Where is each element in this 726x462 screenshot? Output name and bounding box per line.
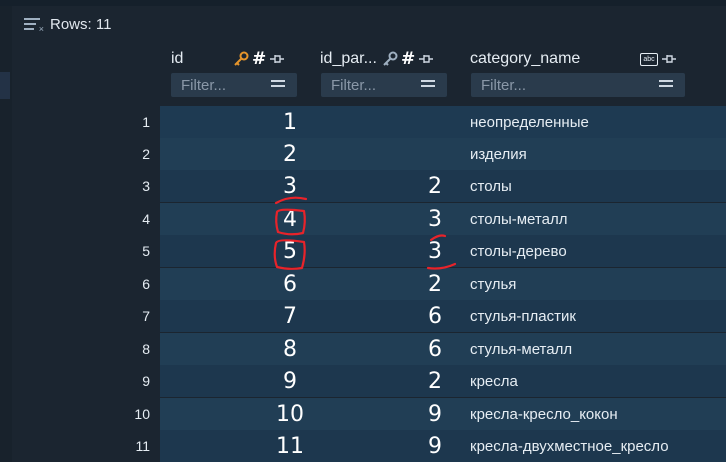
numeric-type-icon: # xyxy=(252,49,267,69)
cell-id-parent[interactable]: 9 xyxy=(410,434,460,459)
cell-id[interactable]: 9 xyxy=(260,369,320,394)
row-number[interactable]: 3 xyxy=(110,178,150,194)
cell-id[interactable]: 2 xyxy=(260,142,320,167)
filter-category-name-input[interactable] xyxy=(481,76,561,94)
left-gutter-marker xyxy=(0,72,10,99)
numeric-type-icon: # xyxy=(401,49,416,69)
column-header-id-parent[interactable]: id_par... xyxy=(320,48,377,70)
cell-id-parent[interactable]: 2 xyxy=(410,174,460,199)
row-number[interactable]: 10 xyxy=(110,406,150,422)
cell-id-parent[interactable]: 3 xyxy=(410,239,460,264)
cell-id-parent[interactable]: 2 xyxy=(410,272,460,297)
filter-id-input[interactable] xyxy=(181,76,261,94)
filter-id-field[interactable] xyxy=(171,73,297,97)
row-number[interactable]: 4 xyxy=(110,211,150,227)
cell-id[interactable]: 6 xyxy=(260,272,320,297)
pin-column-icon[interactable] xyxy=(418,52,434,66)
primary-key-icon xyxy=(234,51,249,66)
cell-id-parent[interactable]: 3 xyxy=(410,207,460,232)
text-type-icon: abc xyxy=(640,52,658,66)
row-number[interactable]: 8 xyxy=(110,341,150,357)
cell-id[interactable]: 10 xyxy=(260,402,320,427)
cell-id-parent[interactable]: 9 xyxy=(410,402,460,427)
results-toolbar: × Rows: 11 xyxy=(24,12,111,36)
filter-equals-icon[interactable] xyxy=(421,79,435,89)
cell-category-name[interactable]: стулья xyxy=(470,276,516,293)
cell-id[interactable]: 7 xyxy=(260,304,320,329)
row-number[interactable]: 11 xyxy=(110,438,150,454)
cell-id[interactable]: 5 xyxy=(260,239,320,264)
row-number[interactable]: 6 xyxy=(110,276,150,292)
cell-category-name[interactable]: стулья-пластик xyxy=(470,308,576,325)
table-row[interactable] xyxy=(160,138,726,170)
cell-category-name[interactable]: столы xyxy=(470,178,512,195)
rows-count-label: Rows: 11 xyxy=(50,15,112,33)
cell-category-name[interactable]: кресла xyxy=(470,373,518,390)
cell-category-name[interactable]: кресла-двухместное_кресло xyxy=(470,438,669,455)
cell-id-parent[interactable]: 6 xyxy=(410,337,460,362)
filter-equals-icon[interactable] xyxy=(659,79,673,89)
top-border xyxy=(0,0,726,6)
filter-id-parent-input[interactable] xyxy=(331,76,411,94)
cell-category-name[interactable]: неопределенные xyxy=(470,114,589,131)
cell-category-name[interactable]: изделия xyxy=(470,146,527,163)
row-number[interactable]: 9 xyxy=(110,373,150,389)
cell-id-parent[interactable]: 2 xyxy=(410,369,460,394)
filter-id-parent-field[interactable] xyxy=(321,73,447,97)
row-number[interactable]: 1 xyxy=(110,114,150,130)
cell-category-name[interactable]: кресла-кресло_кокон xyxy=(470,406,618,423)
cell-category-name[interactable]: столы-дерево xyxy=(470,243,567,260)
cell-category-name[interactable]: стулья-металл xyxy=(470,341,572,358)
filter-equals-icon[interactable] xyxy=(271,79,285,89)
foreign-key-icon xyxy=(383,51,398,66)
cell-id[interactable]: 11 xyxy=(260,434,320,459)
pin-column-icon[interactable] xyxy=(269,52,285,66)
pin-column-icon[interactable] xyxy=(661,52,677,66)
column-header-category-name[interactable]: category_name xyxy=(470,48,580,70)
column-header-id-icons: # xyxy=(233,48,285,70)
cell-id[interactable]: 8 xyxy=(260,337,320,362)
cell-id-parent[interactable]: 6 xyxy=(410,304,460,329)
row-number[interactable]: 5 xyxy=(110,243,150,259)
left-gutter xyxy=(0,6,12,462)
row-number[interactable]: 2 xyxy=(110,146,150,162)
cell-id[interactable]: 1 xyxy=(260,110,320,135)
rows-count-icon[interactable]: × xyxy=(24,16,44,34)
filter-category-name-field[interactable] xyxy=(471,73,685,97)
cell-id[interactable]: 4 xyxy=(260,207,320,232)
table-row[interactable] xyxy=(160,106,726,138)
cell-id[interactable]: 3 xyxy=(260,174,320,199)
row-number[interactable]: 7 xyxy=(110,308,150,324)
cell-category-name[interactable]: столы-металл xyxy=(470,211,567,228)
column-header-id[interactable]: id xyxy=(171,48,183,70)
column-header-category-name-icons: abc xyxy=(640,48,677,70)
column-header-id-parent-icons: # xyxy=(382,48,434,70)
